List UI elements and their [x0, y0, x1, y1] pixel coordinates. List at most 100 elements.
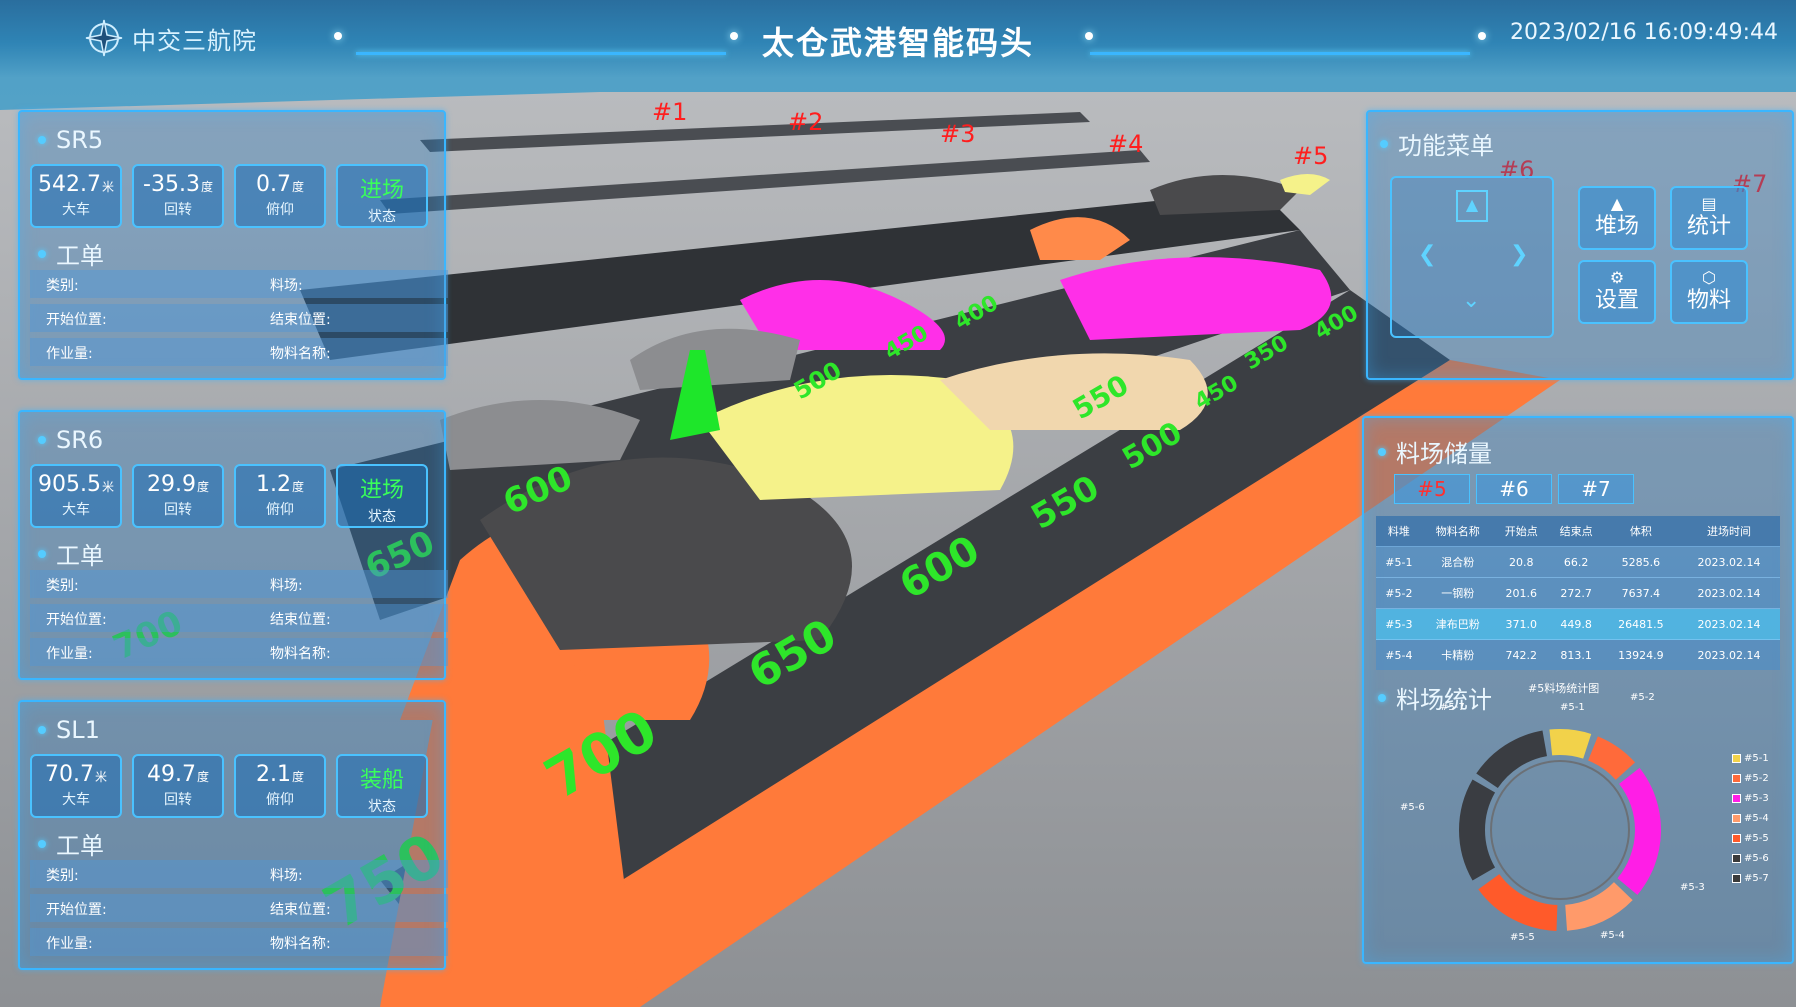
legend-item[interactable]: #5-1 — [1732, 748, 1769, 768]
work-order-row: 类别: 料场: — [30, 570, 448, 598]
header-divider — [1090, 52, 1470, 55]
donut-legend: #5-1 #5-2 #5-3 #5-4 #5-5 #5-6 #5-7 — [1732, 748, 1769, 888]
camera-nav-pad: ▲ ❮ ❯ ⌄ — [1390, 176, 1554, 338]
settings-button[interactable]: ⚙ 设置 — [1578, 260, 1656, 324]
header-dot — [334, 32, 342, 40]
yard-label-3[interactable]: #3 — [940, 120, 975, 148]
bullet-icon — [1378, 447, 1386, 456]
table-cell: 2023.02.14 — [1678, 546, 1780, 578]
metric-luff: 0.7度 俯仰 — [234, 164, 326, 228]
table-cell: #5-4 — [1376, 639, 1422, 670]
work-order-row: 开始位置: 结束位置: — [30, 894, 448, 922]
yard-label-1[interactable]: #1 — [652, 98, 687, 126]
table-cell: 813.1 — [1548, 639, 1604, 670]
table-row[interactable]: #5-4 卡精粉 742.2 813.1 13924.9 2023.02.14 — [1376, 639, 1780, 670]
column-header: 料堆 — [1376, 516, 1422, 547]
table-cell: #5-1 — [1376, 546, 1422, 578]
metric-travel: 905.5米 大车 — [30, 464, 122, 528]
table-cell: #5-3 — [1376, 608, 1422, 640]
donut-segment-label: #5-5 — [1510, 932, 1535, 943]
yard-label-2[interactable]: #2 — [788, 108, 823, 136]
legend-swatch — [1732, 753, 1741, 763]
yard-statistics-donut[interactable]: #5料场统计图 #5-1 #5-2 #5-3 #5-4 #5-5 #5-6 #5-7 — [1380, 680, 1740, 950]
document-icon: ▤ — [1701, 194, 1717, 213]
material-button[interactable]: ⬡ 物料 — [1670, 260, 1748, 324]
table-row[interactable]: #5-1 混合粉 20.8 66.2 5285.6 2023.02.14 — [1376, 546, 1780, 578]
table-cell: 66.2 — [1548, 546, 1604, 578]
legend-item[interactable]: #5-2 — [1732, 768, 1769, 788]
work-order-row: 开始位置: 结束位置: — [30, 604, 448, 632]
function-menu-title: 功能菜单 — [1380, 126, 1494, 161]
tab-yard-6[interactable]: #6 — [1476, 474, 1552, 504]
legend-item[interactable]: #5-6 — [1732, 848, 1769, 868]
tab-yard-5[interactable]: #5 — [1394, 474, 1470, 504]
legend-item[interactable]: #5-7 — [1732, 868, 1769, 888]
work-order-row: 作业量: 物料名称: — [30, 928, 448, 956]
nav-down-button[interactable]: ⌄ — [1462, 288, 1480, 313]
donut-segment-label: #5-1 — [1560, 702, 1585, 713]
statistics-button[interactable]: ▤ 统计 — [1670, 186, 1748, 250]
tab-yard-7[interactable]: #7 — [1558, 474, 1634, 504]
bullet-icon — [38, 249, 46, 258]
nav-right-button[interactable]: ❯ — [1510, 242, 1528, 267]
bullet-icon — [38, 436, 46, 444]
table-cell: 2023.02.14 — [1678, 577, 1780, 609]
table-cell: 201.6 — [1493, 577, 1549, 609]
legend-item[interactable]: #5-4 — [1732, 808, 1769, 828]
nav-up-button[interactable]: ▲ — [1456, 190, 1488, 222]
donut-segment-label: #5-2 — [1630, 692, 1655, 703]
metric-slew: 49.7度 回转 — [132, 754, 224, 818]
machine-panel-sr5: SR5 542.7米 大车 -35.3度 回转 0.7度 俯仰 进场 状态 工单… — [18, 110, 448, 380]
metric-status: 进场 状态 — [336, 464, 428, 528]
machine-name: SL1 — [38, 716, 100, 744]
table-header-row: 料堆 物料名称 开始点 结束点 体积 进场时间 — [1376, 516, 1780, 547]
metric-status: 装船 状态 — [336, 754, 428, 818]
yard-label-4[interactable]: #4 — [1108, 130, 1143, 158]
stockyard-button[interactable]: ▲ 堆场 — [1578, 186, 1656, 250]
table-cell: 13924.9 — [1603, 639, 1679, 670]
donut-segment[interactable] — [1564, 881, 1633, 931]
nav-left-button[interactable]: ❮ — [1418, 242, 1436, 267]
metric-status: 进场 状态 — [336, 164, 428, 228]
gear-icon: ⚙ — [1609, 268, 1625, 287]
metric-travel: 542.7米 大车 — [30, 164, 122, 228]
legend-item[interactable]: #5-5 — [1732, 828, 1769, 848]
legend-swatch — [1732, 773, 1741, 783]
stockyard-icon: ▲ — [1610, 194, 1624, 213]
work-order-row: 开始位置: 结束位置: — [30, 304, 448, 332]
header-divider — [356, 52, 726, 55]
legend-item[interactable]: #5-3 — [1732, 788, 1769, 808]
metric-luff: 1.2度 俯仰 — [234, 464, 326, 528]
bullet-icon — [1380, 139, 1388, 148]
bullet-icon — [38, 549, 46, 558]
bullet-icon — [38, 839, 46, 848]
table-row[interactable]: #5-2 一钢粉 201.6 272.7 7637.4 2023.02.14 — [1376, 577, 1780, 609]
donut-segment-label: #5-7 — [1440, 702, 1465, 713]
donut-segment[interactable] — [1549, 729, 1592, 759]
datetime-display: 2023/02/16 16:09:49:44 — [1509, 20, 1778, 45]
header-dot — [730, 32, 738, 40]
header-dot — [1478, 32, 1486, 40]
header-dot — [1085, 32, 1093, 40]
table-cell: 混合粉 — [1421, 546, 1494, 578]
yard-label-5[interactable]: #5 — [1293, 142, 1328, 170]
table-cell: 7637.4 — [1603, 577, 1679, 609]
work-order-title: 工单 — [38, 826, 104, 861]
donut-segment[interactable] — [1459, 779, 1496, 881]
work-order-title: 工单 — [38, 536, 104, 571]
machine-panel-sl1: SL1 70.7米 大车 49.7度 回转 2.1度 俯仰 装船 状态 工单 类… — [18, 700, 448, 970]
donut-segment[interactable] — [1617, 767, 1661, 895]
donut-segment-label: #5-6 — [1400, 802, 1425, 813]
metric-slew: -35.3度 回转 — [132, 164, 224, 228]
legend-swatch — [1732, 833, 1741, 843]
metric-luff: 2.1度 俯仰 — [234, 754, 326, 818]
donut-segment[interactable] — [1476, 730, 1548, 789]
machine-name: SR5 — [38, 126, 103, 154]
bullet-icon — [38, 726, 46, 734]
work-order-row: 作业量: 物料名称: — [30, 638, 448, 666]
work-order-title: 工单 — [38, 236, 104, 271]
donut-segment[interactable] — [1587, 736, 1636, 781]
work-order-row: 作业量: 物料名称: — [30, 338, 448, 366]
table-cell: 742.2 — [1493, 639, 1549, 670]
table-row-selected[interactable]: #5-3 津布巴粉 371.0 449.8 26481.5 2023.02.14 — [1376, 608, 1780, 640]
